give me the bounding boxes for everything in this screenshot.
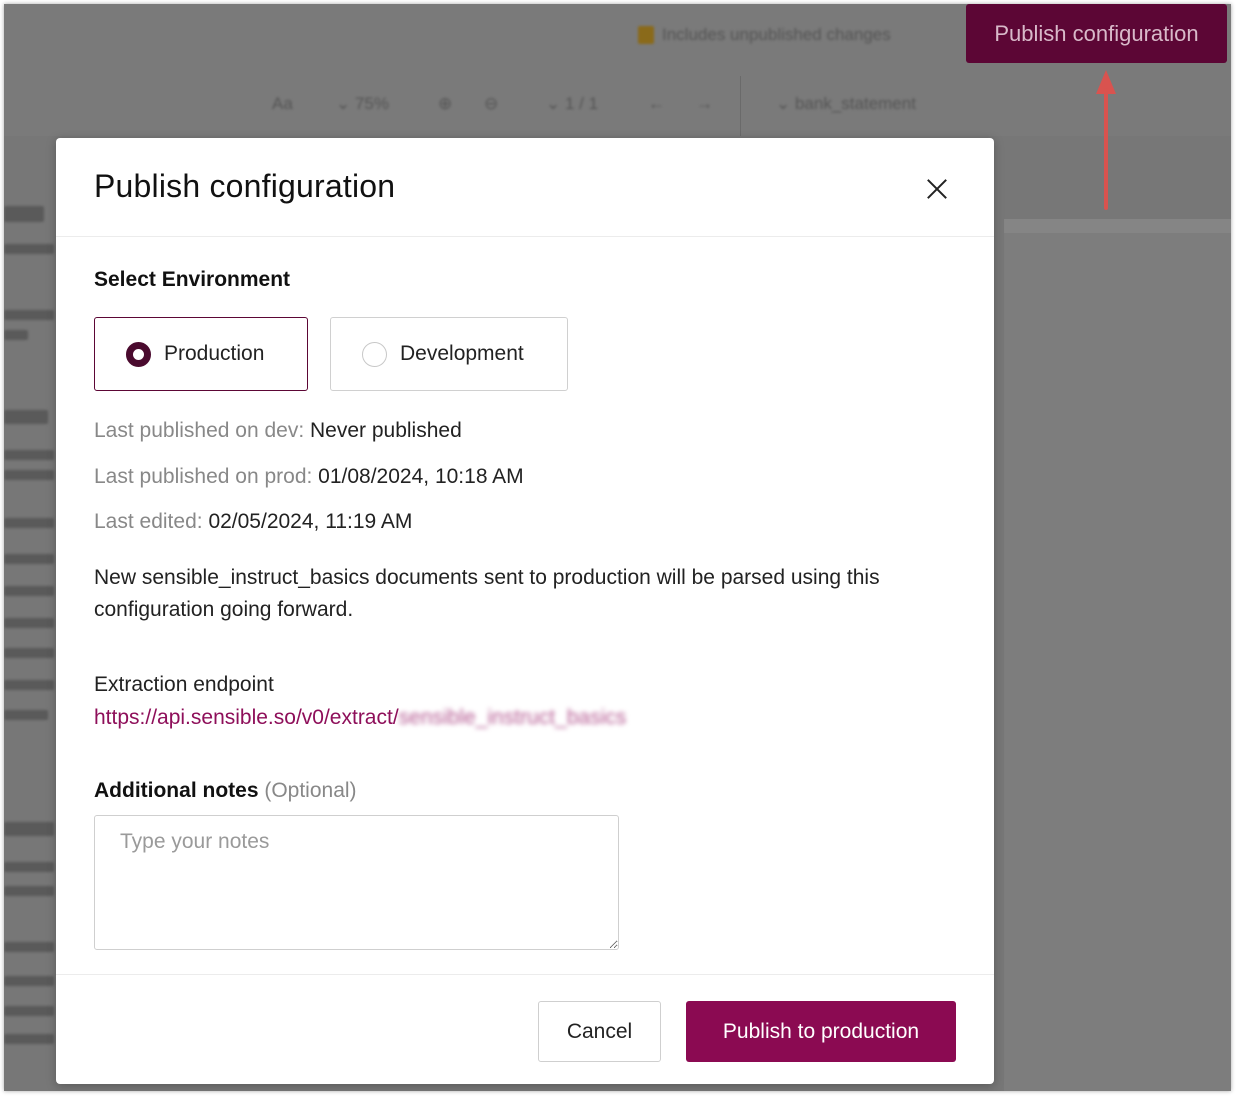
- zoom-value: 75%: [354, 94, 389, 113]
- page-select[interactable]: ⌄ 1 / 1: [546, 94, 598, 114]
- toolbar-divider: [740, 76, 741, 136]
- page-value: 1 / 1: [564, 94, 599, 113]
- panel-text: [4, 586, 54, 596]
- notes-optional-text: (Optional): [264, 779, 357, 802]
- panel-text: [4, 554, 54, 564]
- meta-key: Last published on prod:: [94, 465, 313, 488]
- dialog-footer-divider: [56, 974, 994, 975]
- panel-text: [4, 648, 54, 658]
- panel-text: [4, 710, 48, 720]
- doc-type-value: bank_statement: [794, 94, 916, 113]
- panel-text: [4, 244, 54, 254]
- zoom-in-icon[interactable]: ⊕: [438, 94, 452, 114]
- env-option-production[interactable]: Production: [94, 317, 308, 391]
- meta-value: Never published: [310, 419, 462, 442]
- dialog-header: Publish configuration: [56, 138, 994, 237]
- annotation-arrow: [1104, 88, 1108, 210]
- publish-to-production-button[interactable]: Publish to production: [686, 1001, 956, 1062]
- left-panel: [4, 136, 60, 1091]
- panel-text: [4, 450, 54, 460]
- unpublished-status-text: Includes unpublished changes: [662, 25, 891, 44]
- panel-text: [4, 942, 54, 952]
- environment-label: Select Environment: [94, 268, 291, 291]
- text-tool-icon[interactable]: Aa: [272, 94, 293, 114]
- endpoint-suffix: sensible_instruct_basics: [398, 706, 627, 729]
- panel-text: [4, 680, 54, 690]
- panel-text: [4, 518, 54, 528]
- panel-text: [4, 410, 48, 424]
- close-icon[interactable]: [922, 174, 952, 204]
- zoom-select[interactable]: ⌄ 75%: [336, 94, 389, 114]
- meta-key: Last published on dev:: [94, 419, 305, 442]
- notes-textarea[interactable]: [94, 815, 619, 950]
- next-page-icon[interactable]: →: [696, 94, 713, 114]
- panel-text: [4, 886, 54, 896]
- panel-text: [4, 862, 54, 872]
- dialog-title: Publish configuration: [94, 168, 396, 204]
- unpublished-status: Includes unpublished changes: [638, 23, 891, 47]
- panel-text: [4, 822, 54, 836]
- zoom-out-icon[interactable]: ⊖: [484, 94, 498, 114]
- endpoint-url: https://api.sensible.so/v0/extract/: [94, 706, 399, 729]
- panel-text: [4, 618, 54, 628]
- last-published-dev: Last published on dev: Never published: [94, 419, 462, 443]
- panel-text: [4, 310, 54, 320]
- prev-page-icon[interactable]: ←: [648, 94, 665, 114]
- document-toolbar: Aa ⌄ 75% ⊕ ⊖ ⌄ 1 / 1 ← → ⌄ bank_statemen…: [4, 72, 1231, 136]
- meta-value: 01/08/2024, 10:18 AM: [318, 465, 524, 488]
- meta-value: 02/05/2024, 11:19 AM: [208, 510, 413, 533]
- radio-unchecked-icon[interactable]: [362, 341, 387, 367]
- panel-text: [4, 206, 44, 222]
- publish-configuration-button[interactable]: Publish configuration: [966, 4, 1227, 63]
- panel-text: [4, 330, 28, 340]
- notes-label: Additional notes (Optional): [94, 779, 357, 803]
- last-edited: Last edited: 02/05/2024, 11:19 AM: [94, 510, 412, 534]
- panel-text: [4, 1006, 54, 1016]
- panel-text: [4, 470, 54, 480]
- doc-type-select[interactable]: ⌄ bank_statement: [776, 94, 916, 114]
- env-option-development[interactable]: Development: [330, 317, 568, 391]
- top-bar: Includes unpublished changes Publish con…: [4, 4, 1231, 72]
- publish-description: New sensible_instruct_basics documents s…: [94, 566, 880, 621]
- warning-icon: [638, 26, 654, 44]
- panel-text: [4, 1034, 54, 1044]
- notes-label-text: Additional notes: [94, 779, 259, 802]
- panel-text: [4, 976, 54, 986]
- radio-checked-icon[interactable]: [126, 341, 151, 367]
- env-option-label: Development: [400, 342, 524, 365]
- app-window: Includes unpublished changes Publish con…: [4, 4, 1231, 1091]
- env-option-label: Production: [164, 342, 265, 365]
- last-published-prod: Last published on prod: 01/08/2024, 10:1…: [94, 465, 524, 489]
- meta-key: Last edited:: [94, 510, 203, 533]
- publish-dialog: Publish configuration Select Environment…: [56, 138, 994, 1084]
- cancel-button[interactable]: Cancel: [538, 1001, 661, 1062]
- endpoint-label: Extraction endpoint: [94, 673, 274, 696]
- endpoint-link[interactable]: https://api.sensible.so/v0/extract/sensi…: [94, 706, 626, 730]
- right-panel: [1004, 219, 1231, 1091]
